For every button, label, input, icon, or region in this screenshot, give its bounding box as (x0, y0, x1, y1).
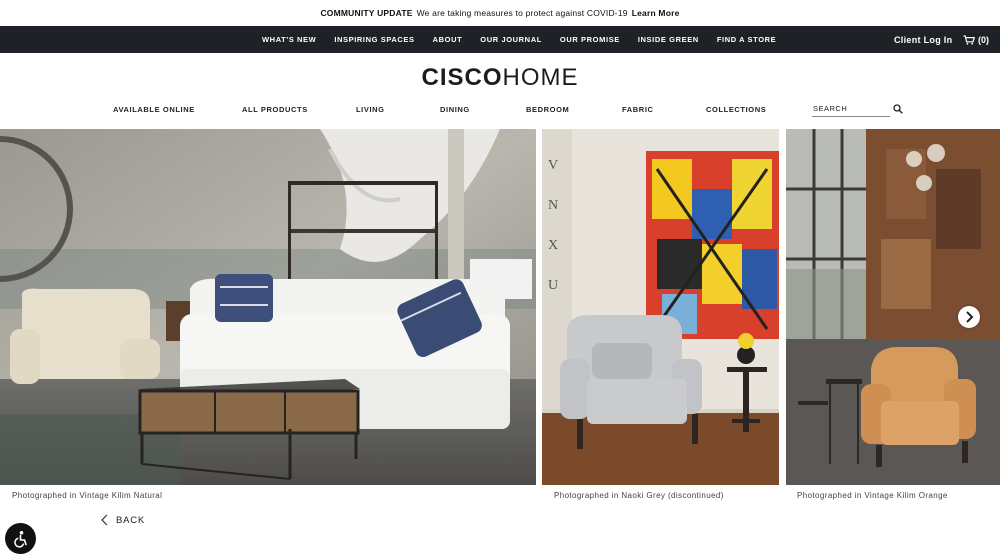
cart-button[interactable]: (0) (963, 26, 989, 53)
accessibility-icon (13, 530, 27, 548)
caption-photo-1: Photographed in Vintage Kilim Natural (12, 491, 163, 500)
announcement-title: COMMUNITY UPDATE (320, 8, 413, 18)
nav-dining[interactable]: DINING (440, 105, 470, 114)
top-nav: WHAT'S NEW INSPIRING SPACES ABOUT OUR JO… (0, 26, 1000, 53)
learn-more-link[interactable]: Learn More (632, 8, 680, 18)
nav-fabric[interactable]: FABRIC (622, 105, 654, 114)
announcement-bar: COMMUNITY UPDATE We are taking measures … (0, 0, 1000, 26)
back-button[interactable]: BACK (100, 514, 145, 526)
svg-text:U: U (548, 278, 558, 293)
client-login-link[interactable]: Client Log In (894, 26, 952, 53)
top-nav-find-a-store[interactable]: FIND A STORE (717, 35, 776, 44)
gallery-photo-armchair: V N X U (542, 129, 779, 485)
top-nav-whats-new[interactable]: WHAT'S NEW (262, 35, 316, 44)
cart-icon (963, 34, 975, 45)
logo-light-text: HOME (502, 64, 579, 91)
announcement-text: We are taking measures to protect agains… (416, 8, 628, 18)
gallery-photo-sofa (0, 129, 536, 485)
top-nav-links: WHAT'S NEW INSPIRING SPACES ABOUT OUR JO… (262, 26, 776, 53)
search-icon[interactable] (893, 104, 903, 114)
svg-text:N: N (548, 198, 558, 213)
nav-living[interactable]: LIVING (356, 105, 385, 114)
nav-available-online[interactable]: AVAILABLE ONLINE (113, 105, 195, 114)
nav-all-products[interactable]: ALL PRODUCTS (242, 105, 308, 114)
caption-photo-3: Photographed in Vintage Kilim Orange (797, 491, 948, 500)
back-label: BACK (116, 514, 146, 526)
armchair-scene-image: V N X U (542, 129, 779, 485)
search-box (812, 101, 903, 118)
caption-photo-2: Photographed in Naoki Grey (discontinued… (554, 491, 724, 500)
nav-collections[interactable]: COLLECTIONS (706, 105, 766, 114)
logo-bold-text: CISCO (421, 64, 503, 91)
gallery-next-button[interactable] (958, 306, 980, 328)
cart-count: (0) (978, 34, 989, 45)
chevron-right-icon (966, 311, 974, 323)
svg-text:V: V (548, 158, 558, 173)
top-nav-our-journal[interactable]: OUR JOURNAL (480, 35, 542, 44)
top-nav-inside-green[interactable]: INSIDE GREEN (638, 35, 699, 44)
top-nav-inspiring-spaces[interactable]: INSPIRING SPACES (334, 35, 414, 44)
top-nav-our-promise[interactable]: OUR PROMISE (560, 35, 620, 44)
site-logo[interactable]: CISCO HOME (0, 62, 1000, 94)
sofa-scene-image (0, 129, 536, 485)
top-nav-about[interactable]: ABOUT (433, 35, 463, 44)
nav-bedroom[interactable]: BEDROOM (526, 105, 569, 114)
svg-text:X: X (548, 238, 558, 253)
accessibility-button[interactable] (5, 523, 36, 554)
search-input[interactable] (812, 101, 890, 117)
chevron-left-icon (101, 514, 108, 526)
